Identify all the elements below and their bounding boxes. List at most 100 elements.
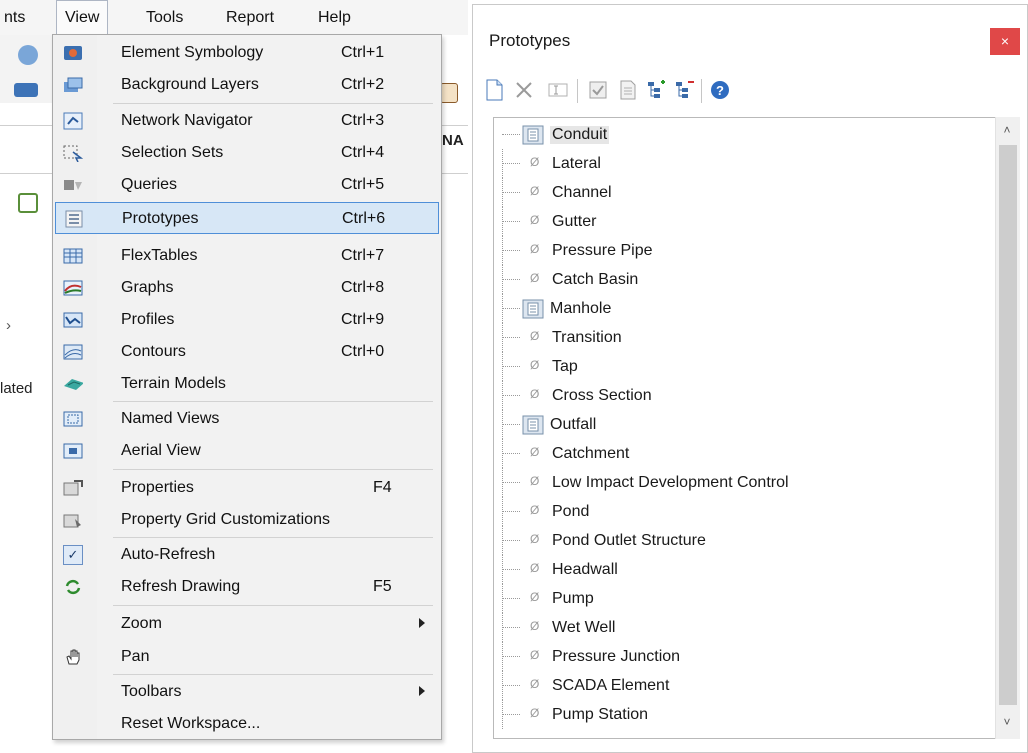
prototypes-panel: Prototypes × ? Conduit Ø Lateral Ø Chann… — [472, 4, 1028, 753]
expand-all-icon[interactable] — [645, 79, 667, 101]
shortcut-label: Ctrl+1 — [341, 44, 385, 61]
tree-node-tap[interactable]: Ø Tap — [494, 352, 974, 381]
menu-item-prototypes[interactable]: Prototypes Ctrl+6 — [55, 202, 439, 234]
menu-item-toolbars[interactable]: Toolbars — [55, 676, 439, 708]
search-icon[interactable] — [18, 45, 38, 65]
menu-separator — [113, 605, 433, 606]
menu-item-aerial-view[interactable]: Aerial View — [55, 435, 439, 467]
svg-text:?: ? — [716, 83, 724, 98]
profiles-icon — [63, 310, 83, 330]
tree-node-pressure-junction[interactable]: Ø Pressure Junction — [494, 642, 974, 671]
empty-set-icon: Ø — [530, 474, 540, 488]
menu-item-auto-refresh[interactable]: ✓ Auto-Refresh — [55, 539, 439, 571]
menu-view[interactable]: View — [56, 0, 109, 34]
menu-item-partial[interactable]: nts — [4, 9, 25, 27]
prototype-category-icon — [522, 125, 544, 145]
tree-node-low-impact-development-control[interactable]: Ø Low Impact Development Control — [494, 468, 974, 497]
menu-item-refresh-drawing[interactable]: Refresh Drawing F5 — [55, 571, 439, 603]
menu-item-background-layers[interactable]: Background Layers Ctrl+2 — [55, 69, 439, 101]
tree-node-conduit[interactable]: Conduit — [494, 120, 974, 149]
menu-tools[interactable]: Tools — [146, 9, 183, 27]
tree-node-label: Pond Outlet Structure — [552, 532, 706, 549]
menu-help[interactable]: Help — [318, 9, 351, 27]
tree-node-manhole[interactable]: Manhole — [494, 294, 974, 323]
tree-node-pressure-pipe[interactable]: Ø Pressure Pipe — [494, 236, 974, 265]
menu-item-element-symbology[interactable]: Element Symbology Ctrl+1 — [55, 37, 439, 69]
new-icon[interactable] — [483, 79, 505, 101]
tree-connector — [502, 134, 520, 135]
menu-item-property-grid-customizations[interactable]: Property Grid Customizations — [55, 504, 439, 536]
tree-node-label: Pump — [552, 590, 594, 607]
prototypes-tree: Conduit Ø Lateral Ø Channel Ø Gutter Ø P… — [493, 117, 997, 739]
tree-node-pump-station[interactable]: Ø Pump Station — [494, 700, 974, 729]
submenu-arrow-icon — [419, 618, 425, 628]
shortcut-label: Ctrl+6 — [342, 210, 386, 227]
property-grid-icon — [63, 510, 83, 530]
empty-set-icon: Ø — [530, 155, 540, 169]
scrollbar-thumb[interactable] — [999, 145, 1017, 705]
tree-connector — [502, 250, 520, 251]
empty-set-icon: Ø — [530, 561, 540, 575]
tree-node-pond[interactable]: Ø Pond — [494, 497, 974, 526]
tree-connector — [502, 337, 520, 338]
tree-node-transition[interactable]: Ø Transition — [494, 323, 974, 352]
menu-item-contours[interactable]: Contours Ctrl+0 — [55, 336, 439, 368]
tree-node-channel[interactable]: Ø Channel — [494, 178, 974, 207]
menu-item-zoom[interactable]: Zoom — [55, 608, 439, 640]
close-button[interactable]: × — [990, 28, 1020, 55]
shortcut-label: Ctrl+3 — [341, 112, 385, 129]
tree-node-pond-outlet-structure[interactable]: Ø Pond Outlet Structure — [494, 526, 974, 555]
tree-node-scada-element[interactable]: Ø SCADA Element — [494, 671, 974, 700]
tree-node-label: Pump Station — [552, 706, 649, 723]
expand-arrow[interactable]: › — [6, 317, 11, 334]
menu-item-named-views[interactable]: Named Views — [55, 403, 439, 435]
menu-item-label: Graphs — [121, 279, 174, 296]
menu-item-flextables[interactable]: FlexTables Ctrl+7 — [55, 240, 439, 272]
tree-connector — [502, 656, 520, 657]
tree-node-lateral[interactable]: Ø Lateral — [494, 149, 974, 178]
tree-node-catch-basin[interactable]: Ø Catch Basin — [494, 265, 974, 294]
toolbar-icon[interactable] — [440, 83, 458, 103]
report-icon[interactable] — [617, 79, 639, 101]
tree-node-catchment[interactable]: Ø Catchment — [494, 439, 974, 468]
menu-item-reset-workspace[interactable]: Reset Workspace... — [55, 708, 439, 740]
toolbar-separator — [701, 79, 702, 103]
toolbar-icon[interactable] — [18, 193, 38, 213]
menu-item-terrain-models[interactable]: Terrain Models — [55, 368, 439, 400]
menu-item-label: Network Navigator — [121, 112, 253, 129]
empty-set-icon: Ø — [530, 706, 540, 720]
column-header-partial: NA — [442, 132, 464, 149]
tree-node-pump[interactable]: Ø Pump — [494, 584, 974, 613]
tree-node-outfall[interactable]: Outfall — [494, 410, 974, 439]
tree-node-label: Lateral — [552, 155, 601, 172]
scroll-down-arrow-icon[interactable]: ˅ — [1002, 716, 1012, 728]
delete-icon[interactable] — [513, 79, 535, 101]
menu-item-graphs[interactable]: Graphs Ctrl+8 — [55, 272, 439, 304]
named-views-icon — [63, 409, 83, 429]
collapse-all-icon[interactable] — [673, 79, 695, 101]
menu-item-selection-sets[interactable]: Selection Sets Ctrl+4 — [55, 137, 439, 169]
menu-item-network-navigator[interactable]: Network Navigator Ctrl+3 — [55, 105, 439, 137]
menu-item-label: Selection Sets — [121, 144, 224, 161]
terrain-models-icon — [63, 374, 83, 394]
menu-item-pan[interactable]: Pan — [55, 641, 439, 673]
tree-node-label: Catchment — [552, 445, 630, 462]
tree-node-gutter[interactable]: Ø Gutter — [494, 207, 974, 236]
shortcut-label: F5 — [373, 578, 392, 595]
menu-item-properties[interactable]: Properties F4 — [55, 472, 439, 504]
tree-node-headwall[interactable]: Ø Headwall — [494, 555, 974, 584]
scroll-up-arrow-icon[interactable]: ˄ — [1002, 124, 1012, 136]
tree-node-cross-section[interactable]: Ø Cross Section — [494, 381, 974, 410]
tree-node-label: SCADA Element — [552, 677, 670, 694]
menu-item-queries[interactable]: Queries Ctrl+5 — [55, 169, 439, 201]
help-icon[interactable]: ? — [709, 79, 731, 101]
tree-node-wet-well[interactable]: Ø Wet Well — [494, 613, 974, 642]
make-default-icon[interactable] — [587, 79, 609, 101]
rename-icon[interactable] — [547, 79, 569, 101]
tree-scrollbar[interactable]: ˄ ˅ — [995, 117, 1020, 739]
menu-report[interactable]: Report — [226, 9, 274, 27]
menu-item-label: Named Views — [121, 410, 220, 427]
network-navigator-icon — [63, 111, 83, 131]
toolbar-icon[interactable] — [14, 83, 38, 97]
menu-item-profiles[interactable]: Profiles Ctrl+9 — [55, 304, 439, 336]
